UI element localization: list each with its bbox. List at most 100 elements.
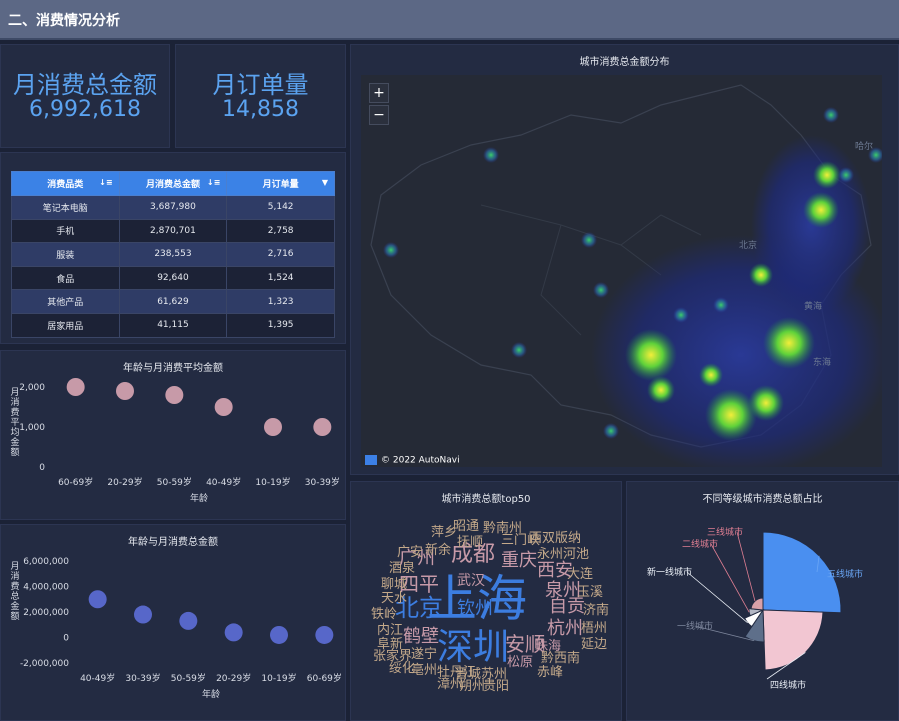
data-point [313,418,332,436]
y-tick-label: 6,000,000 [23,557,69,567]
dropdown-caret-icon[interactable]: ▼ [322,178,328,187]
table-cell: 居家用品 [11,312,120,338]
tier-pie-chart: 五线城市四线城市 一线城市 新一线城市 二线城市三线城市 [647,526,863,691]
column-header-label: 消费品类 [47,180,84,190]
x-tick-label: 20-29岁 [216,672,251,684]
heat-dot [823,107,839,123]
column-header-label: 月订单量 [262,180,299,190]
category-table: 消费品类 ↓≡ 月消费总金额 ↓≡ 月订单量 ▼ 笔记本电脑 3,687,980 5,14… [11,171,335,338]
table-row: 手机 2,870,701 2,758 [11,218,335,244]
word-cloud: 上海 深圳 北京 成都 重庆 四平 广州 钦州 安顺 泉州 自贡 杭州 西安 鹤壁 武汉 昭通 黔南州 萍乡 抚顺三… [351,482,621,720]
page-title: 二、消费情况分析 [8,13,120,29]
heat-hotspot [763,317,815,369]
wordcloud-word: 武汉 [457,573,485,589]
y-axis-label-char: 消 [10,396,19,408]
table-row: 其他产品 61,629 1,323 [11,289,335,314]
zoom-out-button[interactable]: − [369,105,389,125]
table-cell: 5,142 [226,195,335,220]
y-tick-label: 2,000 [19,383,45,393]
y-axis-label-char: 总 [10,590,19,602]
table-row: 食品 92,640 1,524 [11,265,335,291]
x-tick-label: 50-59岁 [157,476,192,488]
sort-icon[interactable]: ↓≡ [207,178,220,187]
data-point [270,625,288,644]
map-label-haerbin: 哈尔 [855,142,874,152]
kpi-total-amount-card: 月消费总金额 6,992,618 [0,44,170,148]
wordcloud-word: 内江 [377,623,404,638]
pie-slice-label: 四线城市 [770,679,806,691]
table-cell: 服装 [11,242,120,267]
sort-icon[interactable]: ↓≡ [99,178,112,187]
heat-region [751,135,871,315]
table-cell: 1,395 [226,312,335,338]
wordcloud-word: 赤峰 [537,665,564,680]
y-axis-label-char: 金 [10,600,19,612]
heat-dot [603,423,619,439]
wordcloud-word: 西双版纳 [529,531,582,546]
column-header-amount[interactable]: 月消费总金额 ↓≡ [118,171,228,196]
heat-dot [838,167,854,183]
pie-label-line [686,571,748,624]
data-point [264,418,282,436]
wordcloud-word: 铁岭 [371,607,398,622]
wordcloud-word: 自贡 [549,596,585,617]
wordcloud-word: 济南 [583,603,610,618]
table-cell: 41,115 [118,312,228,338]
y-tick-label: -2,000,000 [20,659,69,669]
heat-hotspot [647,376,675,404]
table-cell: 1,524 [226,265,335,291]
wordcloud-word: 贵阳 [483,679,510,694]
y-tick-label: 0 [39,463,45,473]
table-cell: 2,870,701 [118,218,228,244]
y-axis-label-char: 月 [10,561,19,572]
column-header-category[interactable]: 消费品类 ↓≡ [11,171,120,196]
kpi-total-amount-label: 月消费总金额 [13,71,157,99]
data-point [315,625,334,644]
y-tick-label: 2,000,000 [23,608,69,618]
heat-hotspot [625,329,677,381]
table-row: 居家用品 41,115 1,395 [11,312,335,338]
y-axis-label-char: 金 [10,436,19,448]
pie-slice-label: 五线城市 [827,568,863,580]
wordcloud-word: 新余 [425,543,452,558]
page-header: 二、消费情况分析 [0,0,899,40]
y-axis-label-char: 消 [10,570,19,582]
wordcloud-panel: 城市消费总额top50 上海 深圳 北京 成都 重庆 四平 广州 钦州 安顺 泉州 自贡 杭州 西安 鹤壁… [350,481,622,721]
data-point [88,590,107,609]
autonavi-logo-icon [365,454,377,465]
data-point [224,623,243,642]
wordcloud-word: 大连 [567,567,594,582]
wordcloud-word: 重庆 [501,550,537,571]
wordcloud-word: 天水 [381,591,408,606]
data-point [179,611,198,630]
y-axis-label-char: 费 [10,406,19,418]
wordcloud-word: 延边 [581,637,608,652]
heat-map[interactable]: + − 北京 黄海 东海 哈尔 © 2022 AutoNavi [361,75,882,467]
zoom-in-button[interactable]: + [369,83,389,103]
table-row: 笔记本电脑 3,687,980 5,142 [11,195,335,220]
pie-slice-label: 新一线城市 [647,566,692,578]
wordcloud-word: 聊城 [381,577,408,592]
y-axis-label-char: 额 [10,610,19,622]
age-avg-panel: 年龄与月消费平均金额 2,000 1,000 0 60-69岁 20-29岁 50-59岁… [0,350,346,520]
data-point [134,605,152,624]
map-credit-text: © 2022 AutoNavi [381,455,460,465]
wordcloud-word: 朔州 [459,679,486,694]
x-tick-label: 60-69岁 [58,476,93,488]
heat-dot [713,297,729,313]
y-axis-label-char: 费 [10,580,19,592]
wordcloud-word: 深圳 [437,627,510,668]
wordcloud-word: 遂宁 [411,647,438,662]
city-map-panel: 城市消费总金额分布 + − 北京 黄海 东海 哈尔 © 2022 AutoNav… [350,44,899,475]
table-cell: 92,640 [118,265,228,291]
map-label-huanghai: 黄海 [804,302,823,312]
age-total-chart: 6,000,000 4,000,000 2,000,000 0 -2,000,000 40… [10,557,341,700]
heat-hotspot [699,363,723,387]
y-axis-label-char: 均 [10,426,19,438]
table-cell: 食品 [11,265,120,291]
column-header-orders[interactable]: 月订单量 ▼ [226,171,335,196]
x-tick-label: 10-19岁 [255,476,290,488]
category-table-panel: 消费品类 ↓≡ 月消费总金额 ↓≡ 月订单量 ▼ 笔记本电脑 3,687,980 5,14… [0,152,346,344]
x-axis-label: 年龄 [190,492,208,504]
table-cell: 手机 [11,218,120,244]
